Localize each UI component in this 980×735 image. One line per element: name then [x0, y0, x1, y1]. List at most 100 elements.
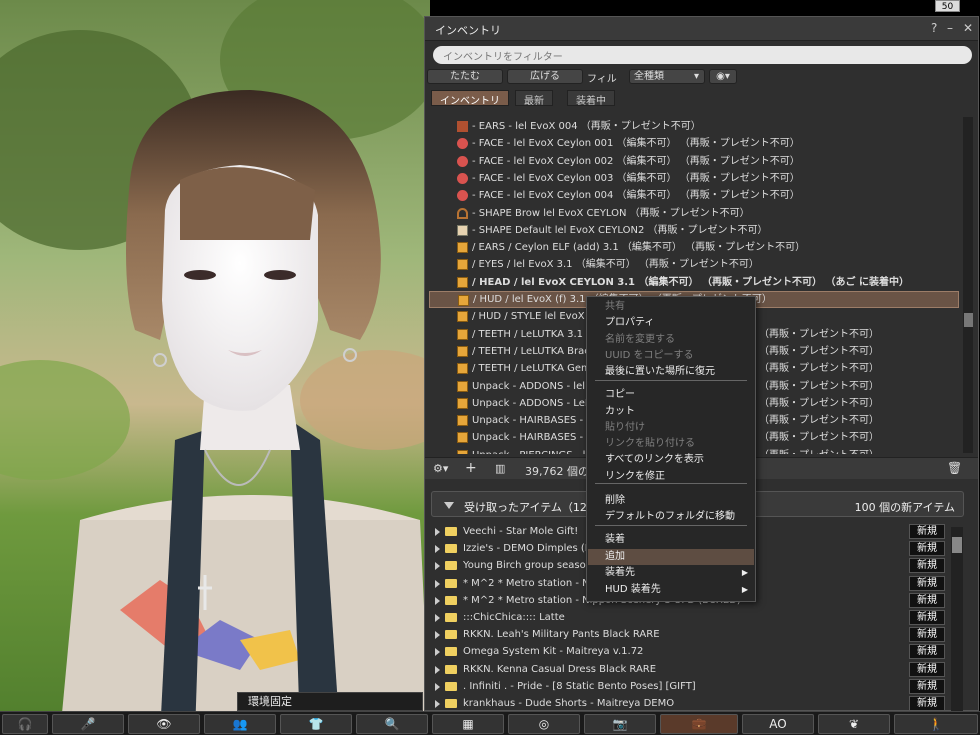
expand-triangle-icon[interactable]	[435, 700, 440, 708]
expand-triangle-icon[interactable]	[435, 665, 440, 674]
context-menu-item[interactable]: 貼り付け	[588, 420, 754, 436]
context-menu-item[interactable]: 削除	[588, 493, 754, 509]
folder-icon	[445, 527, 457, 536]
filter-label: フィル	[587, 74, 617, 85]
places-button[interactable]: ◎	[508, 714, 580, 734]
received-row[interactable]: krankhaus - Dude Shorts - Maitreya DEMO 新…	[431, 695, 961, 712]
inventory-row-label: / HEAD / lel EvoX CEYLON 3.1 （編集不可） （再販・…	[472, 276, 909, 288]
minimize-button[interactable]: –	[947, 21, 953, 35]
add-icon[interactable]: +	[465, 460, 477, 476]
received-scrollbar[interactable]	[951, 527, 963, 712]
search-button[interactable]: 🔍	[356, 714, 428, 734]
inventory-row[interactable]: - SHAPE Brow lel EvoX CEYLON （再販・プレゼント不可…	[429, 205, 959, 222]
tab-inventory[interactable]: インベントリ	[431, 90, 509, 107]
expand-triangle-icon[interactable]	[435, 682, 440, 691]
inventory-row-label: - FACE - lel EvoX Ceylon 001 （編集不可） （再販・…	[472, 138, 800, 150]
people-button[interactable]: 👥	[204, 714, 276, 734]
context-menu-item[interactable]: HUD 装着先 ▶	[588, 582, 754, 598]
expand-triangle-icon[interactable]	[435, 528, 440, 536]
received-row[interactable]: . Infiniti . - Pride - [8 Static Bento P…	[431, 678, 961, 695]
submenu-arrow-icon: ▶	[741, 568, 748, 577]
context-menu-item[interactable]: デフォルトのフォルダに移動	[588, 509, 754, 525]
inventory-row[interactable]: / HEAD / lel EvoX CEYLON 3.1 （編集不可） （再販・…	[429, 274, 959, 291]
inventory-row[interactable]: - EARS - lel EvoX 004 （再販・プレゼント不可）	[429, 118, 959, 135]
context-menu-item[interactable]: 装着先 ▶	[588, 565, 754, 581]
expand-triangle-icon[interactable]	[435, 614, 440, 622]
appearance-button[interactable]: 👕	[280, 714, 352, 734]
box-icon	[457, 415, 468, 427]
received-row[interactable]: RKKN. Kenna Casual Dress Black RARE 新規	[431, 661, 961, 678]
view-button[interactable]: 👁	[128, 714, 200, 734]
gear-icon[interactable]: ⚙▾	[433, 462, 448, 475]
environment-fixed-label[interactable]: 環境固定	[237, 692, 423, 711]
context-menu-item-label: カット	[605, 406, 635, 417]
context-menu-item[interactable]: UUID をコピーする	[588, 348, 754, 364]
type-select[interactable]: 全種類 ▾	[629, 69, 705, 84]
received-row-label: :::ChicChica:::: Latte	[463, 612, 565, 623]
panel-icon[interactable]: ▥	[495, 462, 505, 475]
help-button[interactable]: ?	[931, 21, 937, 35]
inventory-button[interactable]: 💼	[660, 714, 738, 734]
map-button[interactable]: ▦	[432, 714, 504, 734]
context-menu-item[interactable]: プロパティ	[588, 315, 754, 331]
context-menu-item[interactable]: 追加	[588, 549, 754, 565]
inventory-row-label: / TEETH / LeLUTKA Brac	[472, 345, 590, 357]
shape-doc-icon	[457, 224, 468, 236]
inventory-scroll-thumb[interactable]	[964, 313, 973, 327]
context-menu-item[interactable]: コピー	[588, 387, 754, 403]
expand-triangle-icon[interactable]	[435, 648, 440, 657]
expand-triangle-icon[interactable]	[435, 562, 440, 571]
inventory-row[interactable]: / EYES / lel EvoX 3.1 （編集不可） （再販・プレゼント不可…	[429, 256, 959, 273]
tab-worn[interactable]: 装着中	[567, 90, 615, 107]
context-menu-item[interactable]: 装着	[588, 532, 754, 548]
inventory-row[interactable]: / EARS / Ceylon ELF (add) 3.1 （編集不可） （再販…	[429, 239, 959, 256]
trash-icon[interactable]: 🗑	[947, 461, 962, 475]
folder-icon	[445, 561, 457, 571]
tab-recent[interactable]: 最新	[515, 90, 553, 107]
context-menu-item[interactable]: すべてのリンクを表示	[588, 452, 754, 468]
context-menu-item[interactable]: リンクを貼り付ける	[588, 436, 754, 452]
context-menu-item[interactable]: カット	[588, 404, 754, 420]
voice-button[interactable]: 🎧	[2, 714, 48, 734]
received-scroll-thumb[interactable]	[952, 537, 962, 553]
close-button[interactable]: ✕	[963, 21, 973, 35]
face-icon	[457, 190, 468, 202]
expand-triangle-icon[interactable]	[435, 579, 440, 588]
ao-button[interactable]: AO	[742, 714, 814, 734]
visibility-dropdown[interactable]: ◉▾	[709, 69, 737, 84]
folder-icon	[445, 647, 457, 657]
context-menu-item[interactable]: 共有	[588, 299, 754, 315]
inventory-titlebar[interactable]: インベントリ ? – ✕	[425, 17, 978, 41]
collapse-button[interactable]: たたむ	[427, 69, 503, 84]
expand-triangle-icon[interactable]	[435, 596, 440, 605]
context-menu-item[interactable]: 名前を変更する	[588, 332, 754, 348]
inventory-row[interactable]: - FACE - lel EvoX Ceylon 004 （編集不可） （再販・…	[429, 187, 959, 204]
target-icon: ◎	[538, 717, 550, 731]
context-menu-item-label: 装着	[605, 534, 625, 545]
received-row[interactable]: RKKN. Leah's Military Pants Black RARE 新規	[431, 626, 961, 643]
context-menu-item-label: コピー	[605, 389, 635, 400]
context-menu-item[interactable]: 最後に置いた場所に復元	[588, 364, 754, 380]
expand-triangle-icon[interactable]	[435, 631, 440, 640]
box-icon	[457, 397, 468, 409]
inventory-filter-input[interactable]: インベントリをフィルター	[433, 46, 972, 64]
inventory-row-label: / TEETH / LeLUTKA 3.1	[472, 328, 584, 340]
inventory-row[interactable]: - FACE - lel EvoX Ceylon 003 （編集不可） （再販・…	[429, 170, 959, 187]
mic-button[interactable]: 🎤	[52, 714, 124, 734]
move-button[interactable]: 🚶	[894, 714, 978, 734]
expand-button[interactable]: 広げる	[507, 69, 583, 84]
received-row[interactable]: Omega System Kit - Maitreya v.1.72 新規	[431, 643, 961, 660]
context-menu-item-label: UUID をコピーする	[605, 350, 694, 361]
inventory-row[interactable]: - FACE - lel EvoX Ceylon 001 （編集不可） （再販・…	[429, 135, 959, 152]
snapshot-button[interactable]: 📷	[584, 714, 656, 734]
inventory-scrollbar[interactable]	[963, 117, 973, 453]
context-menu-item-label: 装着先	[605, 567, 635, 578]
headphones-icon: 🎧	[17, 717, 33, 731]
received-row[interactable]: :::ChicChica:::: Latte 新規	[431, 609, 961, 626]
received-row-label: . Infiniti . - Pride - [8 Static Bento P…	[463, 680, 696, 692]
new-badge: 新規	[909, 610, 945, 625]
expand-triangle-icon[interactable]	[435, 545, 440, 554]
inventory-row[interactable]: - SHAPE Default lel EvoX CEYLON2 （再販・プレゼ…	[429, 222, 959, 239]
gestures-button[interactable]: ❦	[818, 714, 890, 734]
inventory-row[interactable]: - FACE - lel EvoX Ceylon 002 （編集不可） （再販・…	[429, 153, 959, 170]
